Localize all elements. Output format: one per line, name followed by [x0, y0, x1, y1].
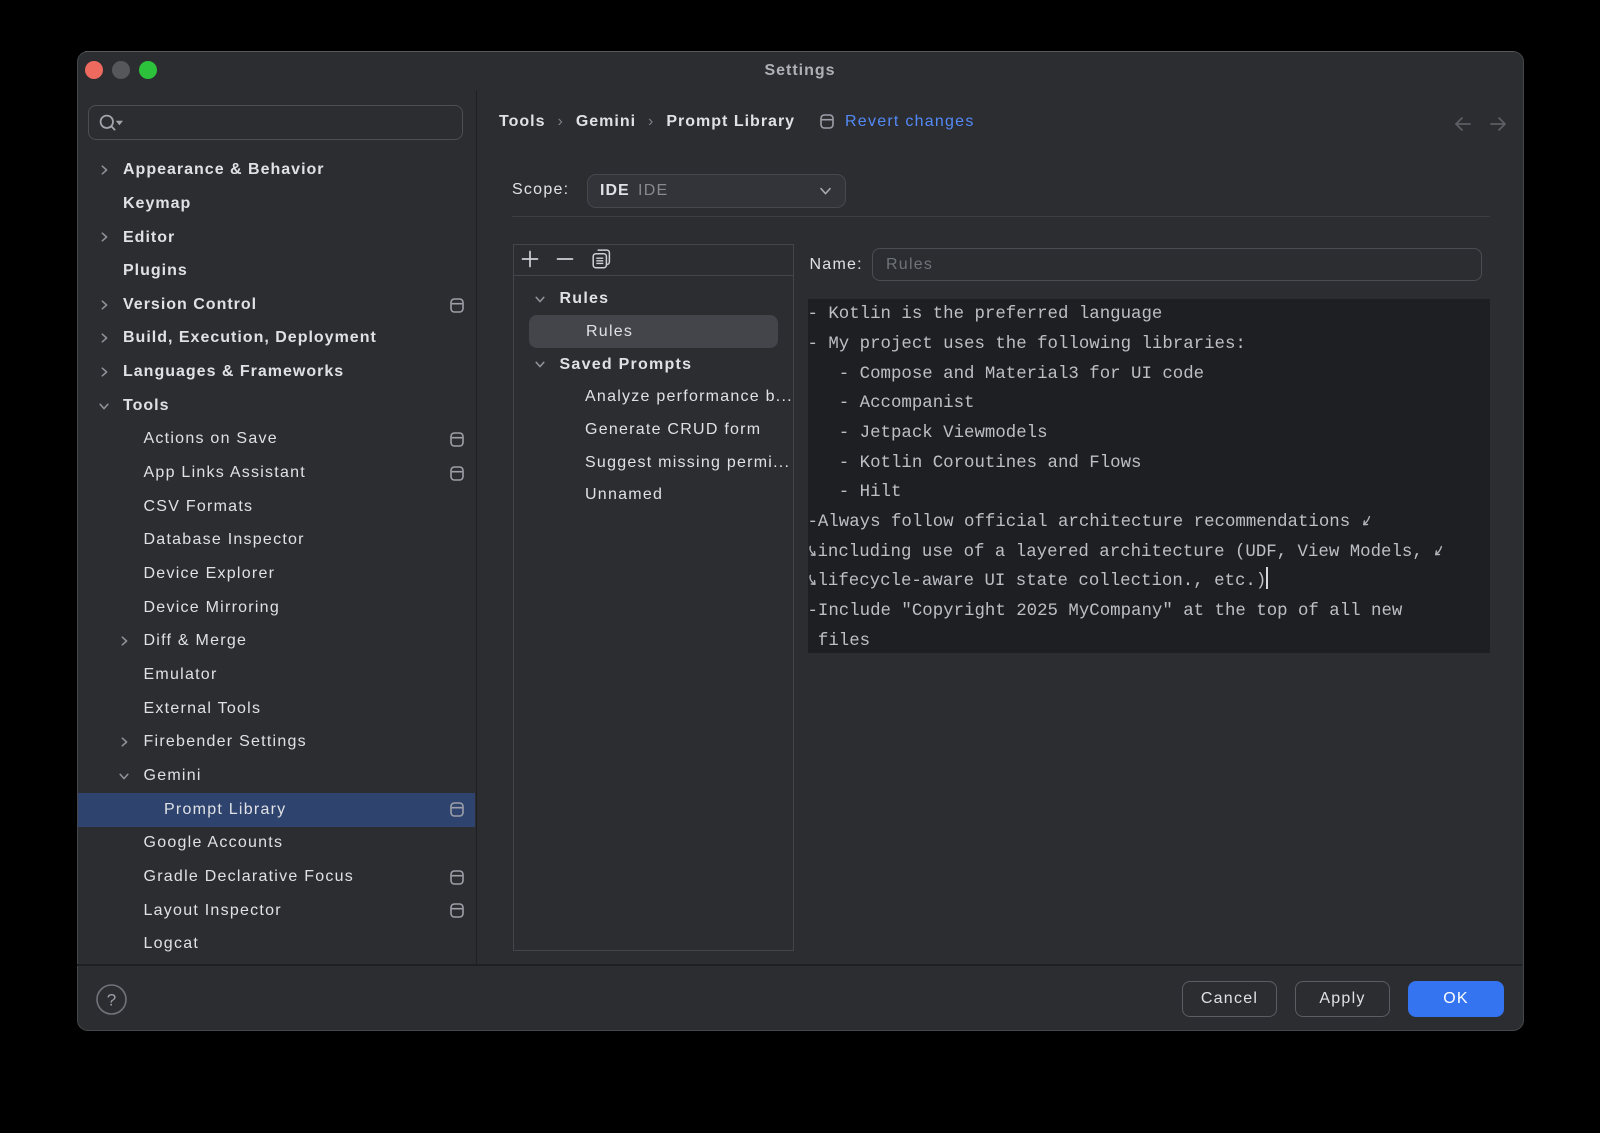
- svg-text:?: ?: [107, 991, 116, 1010]
